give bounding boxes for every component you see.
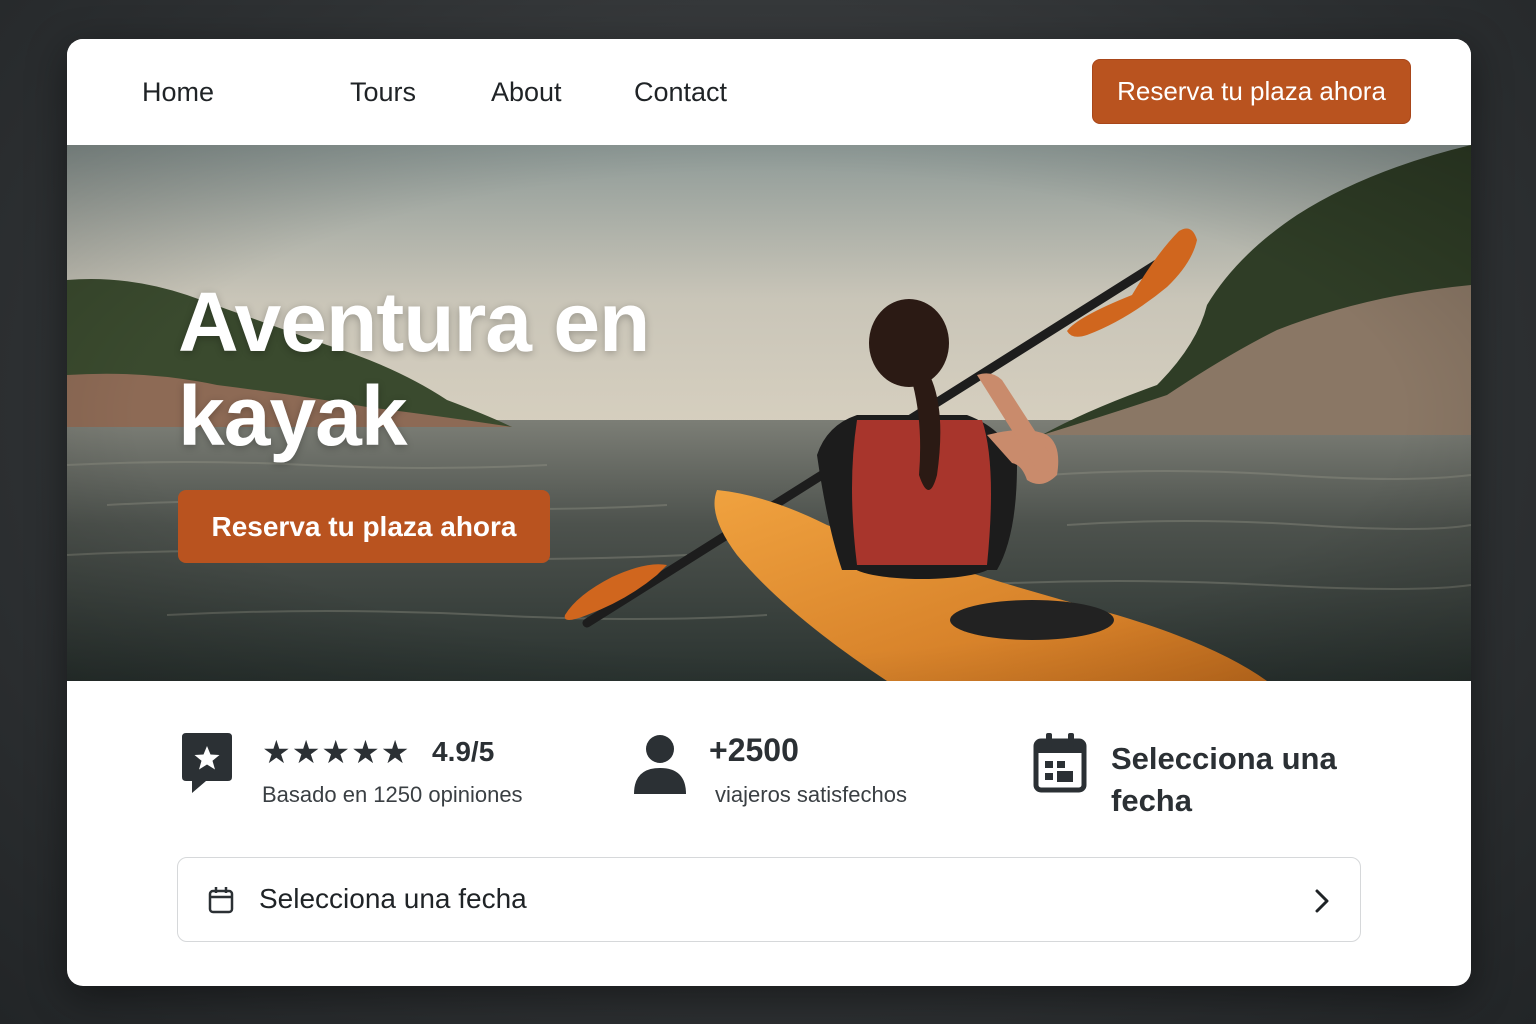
calendar-icon bbox=[208, 887, 234, 914]
date-picker-label: Selecciona una fecha bbox=[259, 883, 527, 914]
date-heading: Selecciona una fecha bbox=[1111, 741, 1337, 818]
nav-home-link[interactable]: Home bbox=[142, 75, 214, 109]
calendar-icon bbox=[1033, 733, 1087, 793]
rating-stars: ★ ★ ★ ★ ★ bbox=[262, 735, 410, 769]
date-picker[interactable]: Selecciona una fecha bbox=[177, 857, 1361, 942]
nav-book-button[interactable]: Reserva tu plaza ahora bbox=[1092, 59, 1411, 124]
star-icon: ★ bbox=[351, 734, 380, 770]
chevron-right-icon bbox=[1315, 889, 1329, 913]
hero-book-button[interactable]: Reserva tu plaza ahora bbox=[178, 490, 550, 563]
star-icon: ★ bbox=[291, 734, 321, 770]
hero-title: Aventura en kayak bbox=[178, 275, 650, 463]
page-card: Home Tours About Contact Reserva tu plaz… bbox=[67, 39, 1471, 986]
nav-about-link[interactable]: About bbox=[491, 75, 562, 109]
travelers-value: +2500 bbox=[709, 732, 799, 768]
rating-caption: Basado en 1250 opiniones bbox=[262, 782, 523, 807]
rating-badge-icon bbox=[182, 733, 232, 793]
top-nav: Home Tours About Contact Reserva tu plaz… bbox=[67, 39, 1471, 145]
nav-tours-link[interactable]: Tours bbox=[350, 75, 416, 109]
hero-section: Aventura en kayak Reserva tu plaza ahora bbox=[67, 145, 1471, 681]
user-icon bbox=[634, 735, 686, 794]
rating-value: 4.9/5 bbox=[432, 736, 495, 767]
star-icon: ★ bbox=[321, 734, 351, 770]
nav-contact-link[interactable]: Contact bbox=[634, 75, 727, 109]
star-icon: ★ bbox=[380, 734, 410, 770]
star-icon: ★ bbox=[262, 734, 291, 770]
travelers-caption: viajeros satisfechos bbox=[715, 782, 907, 807]
